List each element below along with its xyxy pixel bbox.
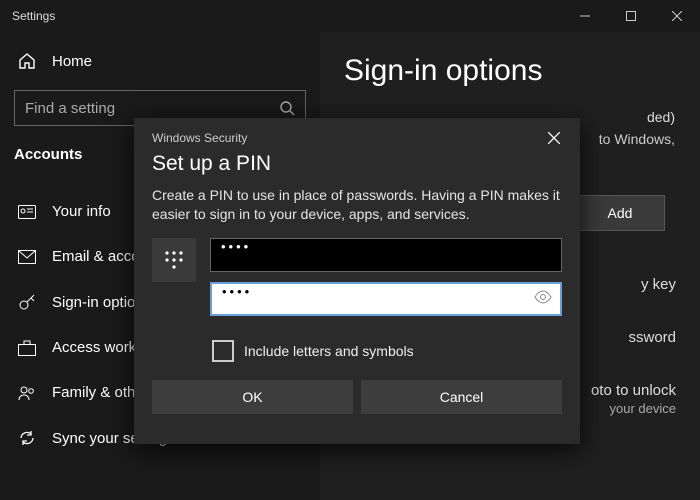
window-controls (562, 0, 700, 32)
confirm-pin-value: •••• (222, 284, 252, 299)
confirm-pin-input[interactable]: •••• (210, 282, 562, 316)
minimize-button[interactable] (562, 0, 608, 32)
sidebar-item-label: Your info (52, 203, 111, 220)
mail-icon (18, 250, 36, 264)
reveal-password-button[interactable] (534, 290, 552, 304)
picture-password-label: oto to unlock (591, 382, 676, 399)
settings-window: Settings Home Find a setting (0, 0, 700, 500)
dialog-title: Set up a PIN (134, 148, 580, 186)
window-title: Settings (0, 9, 55, 23)
pin-setup-dialog: Windows Security Set up a PIN Create a P… (134, 118, 580, 444)
close-icon (672, 11, 682, 21)
close-icon (548, 132, 560, 144)
page-title: Sign-in options (344, 54, 676, 88)
maximize-icon (626, 11, 636, 21)
pin-fields-row: •••• •••• (134, 238, 580, 336)
minimize-icon (580, 11, 590, 21)
dialog-buttons: OK Cancel (134, 380, 580, 430)
ok-button-label: OK (242, 389, 262, 405)
add-button-label: Add (608, 205, 633, 221)
add-button[interactable]: Add (575, 195, 665, 231)
pin-fields: •••• •••• (210, 238, 562, 326)
include-letters-checkbox[interactable]: Include letters and symbols (134, 336, 580, 380)
checkbox-box (212, 340, 234, 362)
key-icon (18, 293, 36, 311)
keypad-icon (152, 238, 196, 282)
dialog-description: Create a PIN to use in place of password… (134, 186, 580, 238)
new-pin-value: •••• (221, 239, 251, 254)
maximize-button[interactable] (608, 0, 654, 32)
cancel-button[interactable]: Cancel (361, 380, 562, 414)
security-key-label: y key (641, 276, 676, 293)
briefcase-icon (18, 340, 36, 356)
dialog-close-button[interactable] (540, 128, 568, 148)
password-label: ssword (628, 329, 676, 346)
search-placeholder: Find a setting (25, 100, 115, 117)
close-button[interactable] (654, 0, 700, 32)
eye-icon (534, 290, 552, 304)
people-icon (18, 385, 36, 401)
new-pin-input[interactable]: •••• (210, 238, 562, 272)
badge-icon (18, 205, 36, 219)
search-icon (279, 100, 295, 116)
titlebar: Settings (0, 0, 700, 32)
ok-button[interactable]: OK (152, 380, 353, 414)
home-icon (18, 52, 36, 70)
home-label: Home (52, 53, 92, 70)
home-link[interactable]: Home (0, 42, 320, 80)
sync-icon (18, 429, 36, 447)
dialog-app-name: Windows Security (152, 131, 247, 145)
include-letters-label: Include letters and symbols (244, 343, 414, 359)
dialog-titlebar: Windows Security (134, 118, 580, 148)
cancel-button-label: Cancel (440, 389, 484, 405)
